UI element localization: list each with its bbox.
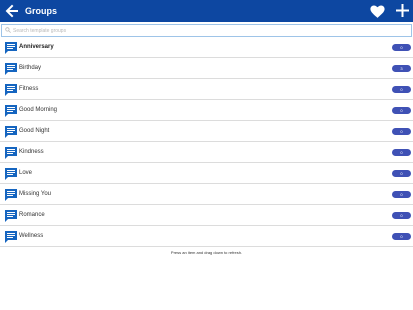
count-badge: 0 (392, 191, 411, 198)
count-badge: 0 (392, 212, 411, 219)
list-item[interactable]: Birthday 3 (0, 58, 413, 79)
message-icon (5, 210, 17, 222)
list-item[interactable]: Good Night 0 (0, 121, 413, 142)
heart-icon[interactable] (369, 3, 386, 20)
list-item-label: Birthday (19, 65, 42, 71)
message-icon (5, 63, 17, 75)
group-list: Anniversary 0 Birthday 3 Fitness 0 Good … (0, 37, 413, 247)
list-item[interactable]: Love 0 (0, 163, 413, 184)
search-input[interactable] (13, 25, 403, 36)
message-icon (5, 168, 17, 180)
list-item[interactable]: Wellness 0 (0, 226, 413, 247)
list-item-label: Romance (19, 212, 45, 218)
app-bar: Groups (0, 0, 413, 22)
list-item[interactable]: Romance 0 (0, 205, 413, 226)
message-icon (5, 231, 17, 243)
back-arrow-icon[interactable] (5, 3, 19, 19)
list-item[interactable]: Good Morning 0 (0, 100, 413, 121)
count-badge: 0 (392, 86, 411, 93)
list-item-label: Missing You (19, 191, 52, 197)
list-item-label: Anniversary (19, 44, 54, 50)
refresh-hint: Press an item and drag down to refresh. (170, 250, 243, 255)
list-item-label: Good Night (19, 128, 50, 134)
list-item[interactable]: Fitness 0 (0, 79, 413, 100)
list-item-label: Love (19, 170, 33, 176)
message-icon (5, 126, 17, 138)
plus-icon[interactable] (395, 3, 410, 18)
search-bar (1, 24, 412, 37)
message-icon (5, 189, 17, 201)
count-badge: 0 (392, 170, 411, 177)
page-title: Groups (25, 6, 58, 16)
list-item-label: Good Morning (19, 107, 58, 113)
count-badge: 0 (392, 149, 411, 156)
message-icon (5, 84, 17, 96)
list-item-label: Fitness (19, 86, 39, 92)
list-item[interactable]: Kindness 0 (0, 142, 413, 163)
search-icon (5, 27, 11, 33)
list-item-label: Wellness (19, 233, 44, 239)
count-badge: 0 (392, 233, 411, 240)
count-badge: 0 (392, 128, 411, 135)
list-item-label: Kindness (19, 149, 44, 155)
count-badge: 0 (392, 44, 411, 51)
count-badge: 0 (392, 107, 411, 114)
list-item[interactable]: Anniversary 0 (0, 37, 413, 58)
message-icon (5, 105, 17, 117)
message-icon (5, 42, 17, 54)
message-icon (5, 147, 17, 159)
list-item[interactable]: Missing You 0 (0, 184, 413, 205)
count-badge: 3 (392, 65, 411, 72)
